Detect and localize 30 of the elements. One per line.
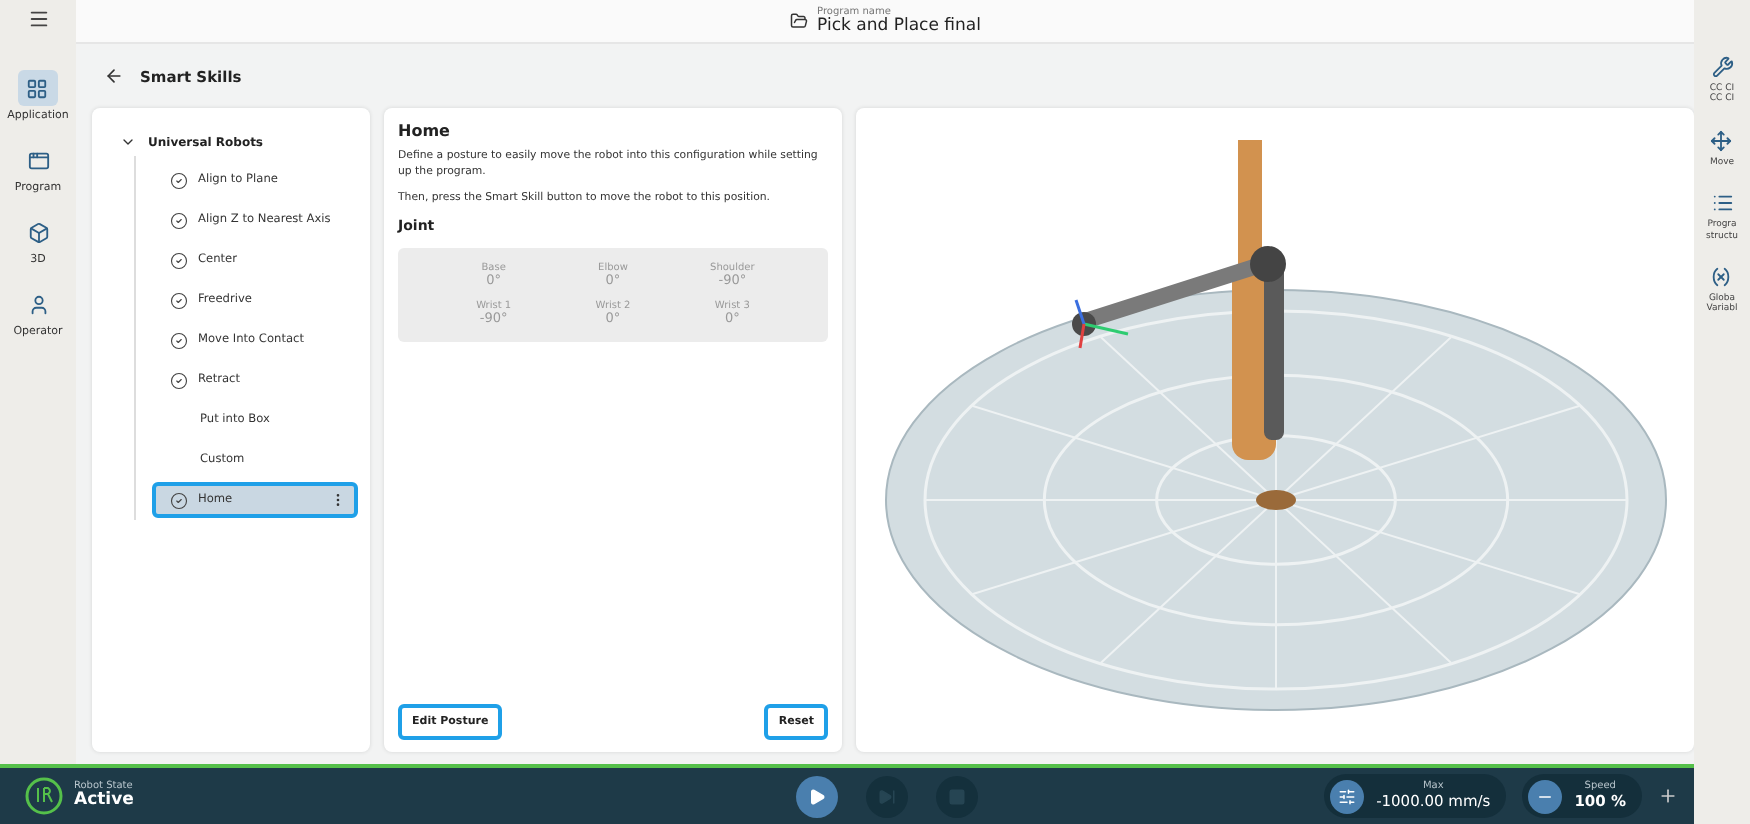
sliders-icon xyxy=(1338,787,1357,805)
check-circle-icon xyxy=(170,171,188,189)
state-value: Active xyxy=(74,792,134,811)
increase-button[interactable] xyxy=(1658,786,1678,806)
menu-icon[interactable] xyxy=(27,8,49,30)
3d-view[interactable] xyxy=(856,108,1694,752)
check-circle-icon xyxy=(170,251,188,269)
check-circle-icon xyxy=(170,291,188,309)
logo-icon xyxy=(24,776,64,816)
back-icon[interactable] xyxy=(104,66,124,86)
check-circle-icon xyxy=(170,491,188,509)
window-icon xyxy=(27,149,49,171)
wrench-icon xyxy=(1711,56,1733,78)
check-circle-icon xyxy=(170,371,188,389)
grid-icon xyxy=(26,77,49,99)
detail-title: Home xyxy=(398,122,452,140)
cube-icon xyxy=(27,221,49,243)
check-circle-icon xyxy=(170,211,188,229)
variable-icon xyxy=(1710,265,1733,288)
decrease-button[interactable] xyxy=(1528,779,1563,813)
folder-icon xyxy=(789,12,808,30)
chevron-icon[interactable] xyxy=(120,134,136,150)
plus-icon xyxy=(1658,786,1678,806)
adjust-button[interactable] xyxy=(1330,779,1365,813)
person-icon xyxy=(27,293,49,315)
check-circle-icon xyxy=(170,331,188,349)
move-icon xyxy=(1710,129,1733,152)
program-name: Pick and Place final xyxy=(817,17,981,35)
play-button[interactable] xyxy=(796,775,838,817)
play-icon xyxy=(808,787,826,805)
